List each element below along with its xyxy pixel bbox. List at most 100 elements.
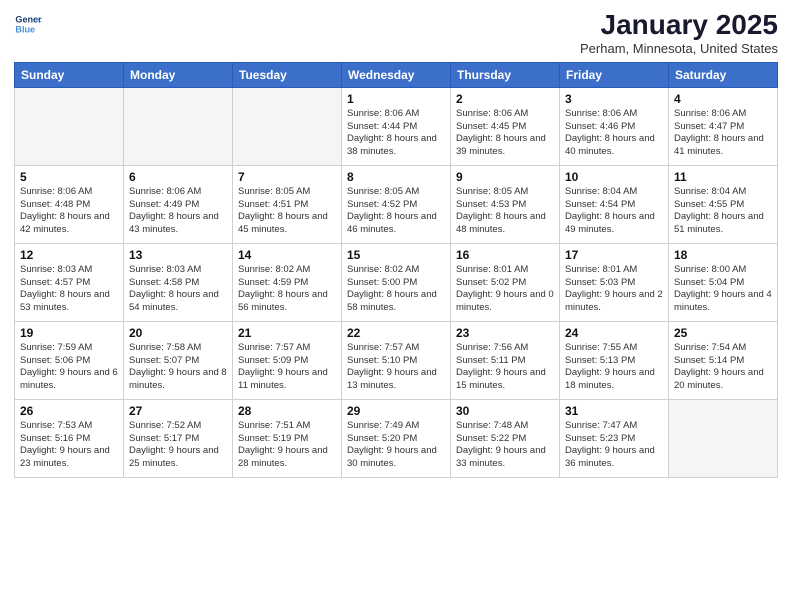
day-info: Sunrise: 8:06 AM Sunset: 4:45 PM Dayligh… [456, 108, 554, 159]
calendar-cell: 19 Sunrise: 7:59 AM Sunset: 5:06 PM Dayli… [15, 321, 124, 399]
day-info: Sunrise: 7:57 AM Sunset: 5:10 PM Dayligh… [347, 342, 445, 393]
day-info: Sunrise: 8:04 AM Sunset: 4:55 PM Dayligh… [674, 186, 772, 237]
day-number: 28 [238, 404, 336, 418]
day-info: Sunrise: 8:06 AM Sunset: 4:44 PM Dayligh… [347, 108, 445, 159]
day-info: Sunrise: 7:53 AM Sunset: 5:16 PM Dayligh… [20, 420, 118, 471]
day-info: Sunrise: 8:04 AM Sunset: 4:54 PM Dayligh… [565, 186, 663, 237]
day-number: 16 [456, 248, 554, 262]
calendar-cell: 18 Sunrise: 8:00 AM Sunset: 5:04 PM Dayli… [669, 243, 778, 321]
day-number: 18 [674, 248, 772, 262]
day-number: 26 [20, 404, 118, 418]
day-info: Sunrise: 8:06 AM Sunset: 4:47 PM Dayligh… [674, 108, 772, 159]
calendar-cell: 22 Sunrise: 7:57 AM Sunset: 5:10 PM Dayli… [342, 321, 451, 399]
logo: General Blue [14, 10, 42, 38]
day-number: 29 [347, 404, 445, 418]
day-number: 11 [674, 170, 772, 184]
day-number: 22 [347, 326, 445, 340]
calendar-week-4: 26 Sunrise: 7:53 AM Sunset: 5:16 PM Dayli… [15, 399, 778, 477]
calendar-week-2: 12 Sunrise: 8:03 AM Sunset: 4:57 PM Dayli… [15, 243, 778, 321]
day-info: Sunrise: 7:47 AM Sunset: 5:23 PM Dayligh… [565, 420, 663, 471]
day-number: 13 [129, 248, 227, 262]
calendar-cell [124, 87, 233, 165]
calendar-cell: 9Sunrise: 8:05 AM Sunset: 4:53 PM Daylig… [451, 165, 560, 243]
calendar-cell: 16Sunrise: 8:01 AM Sunset: 5:02 PM Dayli… [451, 243, 560, 321]
logo-icon: General Blue [14, 10, 42, 38]
day-info: Sunrise: 7:56 AM Sunset: 5:11 PM Dayligh… [456, 342, 554, 393]
calendar-cell: 20Sunrise: 7:58 AM Sunset: 5:07 PM Dayli… [124, 321, 233, 399]
day-number: 10 [565, 170, 663, 184]
calendar-cell: 24 Sunrise: 7:55 AM Sunset: 5:13 PM Dayli… [560, 321, 669, 399]
day-info: Sunrise: 8:03 AM Sunset: 4:58 PM Dayligh… [129, 264, 227, 315]
calendar-week-0: 1 Sunrise: 8:06 AM Sunset: 4:44 PM Daylig… [15, 87, 778, 165]
day-info: Sunrise: 7:51 AM Sunset: 5:19 PM Dayligh… [238, 420, 336, 471]
day-info: Sunrise: 8:05 AM Sunset: 4:51 PM Dayligh… [238, 186, 336, 237]
calendar-cell: 4 Sunrise: 8:06 AM Sunset: 4:47 PM Daylig… [669, 87, 778, 165]
day-info: Sunrise: 7:55 AM Sunset: 5:13 PM Dayligh… [565, 342, 663, 393]
day-number: 3 [565, 92, 663, 106]
day-number: 25 [674, 326, 772, 340]
calendar-cell: 5 Sunrise: 8:06 AM Sunset: 4:48 PM Daylig… [15, 165, 124, 243]
day-info: Sunrise: 7:52 AM Sunset: 5:17 PM Dayligh… [129, 420, 227, 471]
day-number: 5 [20, 170, 118, 184]
day-number: 9 [456, 170, 554, 184]
day-number: 2 [456, 92, 554, 106]
day-number: 31 [565, 404, 663, 418]
calendar-cell: 10 Sunrise: 8:04 AM Sunset: 4:54 PM Dayli… [560, 165, 669, 243]
day-info: Sunrise: 8:05 AM Sunset: 4:52 PM Dayligh… [347, 186, 445, 237]
header-thursday: Thursday [451, 62, 560, 87]
calendar-cell: 17 Sunrise: 8:01 AM Sunset: 5:03 PM Dayli… [560, 243, 669, 321]
calendar-cell: 6Sunrise: 8:06 AM Sunset: 4:49 PM Daylig… [124, 165, 233, 243]
day-number: 21 [238, 326, 336, 340]
day-number: 24 [565, 326, 663, 340]
page: General Blue January 2025 Perham, Minnes… [0, 0, 792, 612]
calendar-cell: 2 Sunrise: 8:06 AM Sunset: 4:45 PM Daylig… [451, 87, 560, 165]
day-info: Sunrise: 8:06 AM Sunset: 4:48 PM Dayligh… [20, 186, 118, 237]
day-number: 4 [674, 92, 772, 106]
calendar-cell: 31 Sunrise: 7:47 AM Sunset: 5:23 PM Dayli… [560, 399, 669, 477]
calendar-cell: 12 Sunrise: 8:03 AM Sunset: 4:57 PM Dayli… [15, 243, 124, 321]
calendar-header-row: Sunday Monday Tuesday Wednesday Thursday… [15, 62, 778, 87]
day-number: 15 [347, 248, 445, 262]
calendar-cell: 1 Sunrise: 8:06 AM Sunset: 4:44 PM Daylig… [342, 87, 451, 165]
calendar-cell: 13 Sunrise: 8:03 AM Sunset: 4:58 PM Dayli… [124, 243, 233, 321]
calendar-cell: 11 Sunrise: 8:04 AM Sunset: 4:55 PM Dayli… [669, 165, 778, 243]
day-info: Sunrise: 8:01 AM Sunset: 5:03 PM Dayligh… [565, 264, 663, 315]
calendar-cell [669, 399, 778, 477]
calendar-cell: 26 Sunrise: 7:53 AM Sunset: 5:16 PM Dayli… [15, 399, 124, 477]
day-number: 19 [20, 326, 118, 340]
calendar-week-1: 5 Sunrise: 8:06 AM Sunset: 4:48 PM Daylig… [15, 165, 778, 243]
calendar-cell: 21Sunrise: 7:57 AM Sunset: 5:09 PM Dayli… [233, 321, 342, 399]
day-info: Sunrise: 7:58 AM Sunset: 5:07 PM Dayligh… [129, 342, 227, 393]
calendar-cell: 28 Sunrise: 7:51 AM Sunset: 5:19 PM Dayli… [233, 399, 342, 477]
calendar-cell: 29 Sunrise: 7:49 AM Sunset: 5:20 PM Dayli… [342, 399, 451, 477]
calendar-cell [233, 87, 342, 165]
day-number: 14 [238, 248, 336, 262]
day-info: Sunrise: 8:06 AM Sunset: 4:49 PM Dayligh… [129, 186, 227, 237]
calendar-table: Sunday Monday Tuesday Wednesday Thursday… [14, 62, 778, 478]
calendar-cell [15, 87, 124, 165]
day-info: Sunrise: 7:48 AM Sunset: 5:22 PM Dayligh… [456, 420, 554, 471]
header: General Blue January 2025 Perham, Minnes… [14, 10, 778, 56]
day-number: 7 [238, 170, 336, 184]
day-number: 30 [456, 404, 554, 418]
calendar-cell: 15Sunrise: 8:02 AM Sunset: 5:00 PM Dayli… [342, 243, 451, 321]
day-number: 17 [565, 248, 663, 262]
day-info: Sunrise: 7:59 AM Sunset: 5:06 PM Dayligh… [20, 342, 118, 393]
day-number: 8 [347, 170, 445, 184]
header-friday: Friday [560, 62, 669, 87]
day-info: Sunrise: 8:03 AM Sunset: 4:57 PM Dayligh… [20, 264, 118, 315]
day-info: Sunrise: 8:06 AM Sunset: 4:46 PM Dayligh… [565, 108, 663, 159]
svg-text:Blue: Blue [15, 24, 35, 34]
calendar-cell: 14 Sunrise: 8:02 AM Sunset: 4:59 PM Dayli… [233, 243, 342, 321]
day-number: 12 [20, 248, 118, 262]
location: Perham, Minnesota, United States [580, 41, 778, 56]
day-number: 1 [347, 92, 445, 106]
calendar-cell: 30 Sunrise: 7:48 AM Sunset: 5:22 PM Dayli… [451, 399, 560, 477]
day-info: Sunrise: 8:02 AM Sunset: 4:59 PM Dayligh… [238, 264, 336, 315]
day-info: Sunrise: 7:49 AM Sunset: 5:20 PM Dayligh… [347, 420, 445, 471]
day-info: Sunrise: 8:00 AM Sunset: 5:04 PM Dayligh… [674, 264, 772, 315]
title-block: January 2025 Perham, Minnesota, United S… [580, 10, 778, 56]
month-title: January 2025 [580, 10, 778, 41]
calendar-cell: 23Sunrise: 7:56 AM Sunset: 5:11 PM Dayli… [451, 321, 560, 399]
calendar-cell: 7 Sunrise: 8:05 AM Sunset: 4:51 PM Daylig… [233, 165, 342, 243]
